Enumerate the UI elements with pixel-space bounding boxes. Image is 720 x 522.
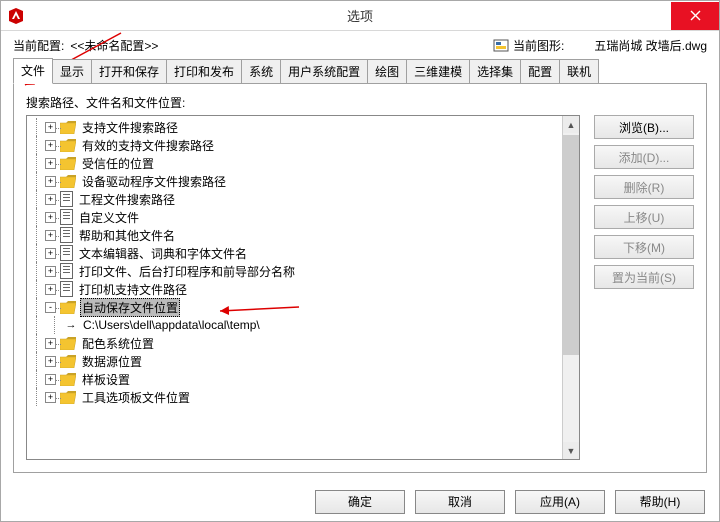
drawing-icon [493, 37, 509, 53]
profile-info-row: 当前配置: <<未命名配置>> 当前图形: 五瑞尚城 改墙后.dwg [1, 31, 719, 59]
expander-icon[interactable]: + [45, 284, 56, 295]
scroll-up-button[interactable]: ▲ [563, 116, 579, 133]
expander-icon[interactable]: + [45, 248, 56, 259]
tree-item[interactable]: +有效的支持文件搜索路径 [27, 136, 579, 154]
dialog-button-row: 确定取消应用(A) 帮助(H) [1, 481, 719, 521]
expander-icon[interactable]: + [45, 392, 56, 403]
document-icon [60, 227, 73, 243]
tab-2[interactable]: 打开和保存 [91, 59, 167, 83]
expander-icon[interactable]: + [45, 356, 56, 367]
tab-0[interactable]: 文件 [13, 58, 53, 84]
files-tab-panel: 搜索路径、文件名和文件位置: +支持文件搜索路径+有效的支持文件搜索路径+受信任… [13, 83, 707, 473]
vertical-scrollbar[interactable]: ▲ ▼ [562, 116, 579, 459]
expander-icon[interactable]: + [45, 230, 56, 241]
tree-item[interactable]: +打印机支持文件路径 [27, 280, 579, 298]
current-profile-label: 当前配置: [13, 37, 64, 54]
side-button[interactable]: 浏览(B)... [594, 115, 694, 139]
expander-icon[interactable]: + [45, 266, 56, 277]
scroll-thumb[interactable] [563, 135, 579, 355]
expander-icon[interactable]: + [45, 176, 56, 187]
side-button-column: 浏览(B)... 添加(D)... 删除(R) 上移(U) 下移(M) 置为当前(S) [594, 115, 694, 460]
expander-icon[interactable]: + [45, 194, 56, 205]
side-button: 添加(D)... [594, 145, 694, 169]
tab-strip: 文件显示打开和保存打印和发布系统用户系统配置绘图三维建模选择集配置联机 [1, 59, 719, 83]
tab-5[interactable]: 用户系统配置 [280, 59, 368, 83]
expander-icon[interactable]: + [45, 338, 56, 349]
tab-8[interactable]: 选择集 [469, 59, 521, 83]
expander-icon[interactable]: - [45, 302, 56, 313]
tab-3[interactable]: 打印和发布 [166, 59, 242, 83]
tree-item[interactable]: +设备驱动程序文件搜索路径 [27, 172, 579, 190]
dialog-button[interactable]: 确定 [315, 490, 405, 514]
tree-item[interactable]: +自定义文件 [27, 208, 579, 226]
document-icon [60, 281, 73, 297]
expander-icon[interactable]: + [45, 374, 56, 385]
tree-caption: 搜索路径、文件名和文件位置: [26, 94, 694, 111]
document-icon [60, 263, 73, 279]
side-button: 删除(R) [594, 175, 694, 199]
tab-7[interactable]: 三维建模 [406, 59, 470, 83]
app-icon [7, 7, 25, 25]
titlebar: 选项 [1, 1, 719, 31]
tree-item[interactable]: +样板设置 [27, 370, 579, 388]
file-paths-tree[interactable]: +支持文件搜索路径+有效的支持文件搜索路径+受信任的位置+设备驱动程序文件搜索路… [26, 115, 580, 460]
tab-1[interactable]: 显示 [52, 59, 92, 83]
tree-item[interactable]: +配色系统位置 [27, 334, 579, 352]
dialog-button[interactable]: 取消 [415, 490, 505, 514]
close-button[interactable] [671, 2, 719, 30]
document-icon [60, 191, 73, 207]
expander-icon[interactable]: + [45, 158, 56, 169]
tree-item[interactable]: +帮助和其他文件名 [27, 226, 579, 244]
tree-item[interactable]: +工程文件搜索路径 [27, 190, 579, 208]
side-button: 上移(U) [594, 205, 694, 229]
dialog-button[interactable]: 应用(A) [515, 490, 605, 514]
current-profile-value: <<未命名配置>> [70, 37, 158, 54]
tab-10[interactable]: 联机 [559, 59, 599, 83]
side-button: 置为当前(S) [594, 265, 694, 289]
side-button: 下移(M) [594, 235, 694, 259]
current-drawing-label: 当前图形: [513, 37, 564, 54]
expander-icon[interactable]: + [45, 122, 56, 133]
options-dialog: 选项 当前配置: <<未命名配置>> 当前图形: 五瑞尚城 改墙后.dwg 文件… [0, 0, 720, 522]
tab-9[interactable]: 配置 [520, 59, 560, 83]
tree-item[interactable]: -自动保存文件位置 [27, 298, 579, 316]
arrow-icon: → [63, 319, 79, 331]
tab-6[interactable]: 绘图 [367, 59, 407, 83]
scroll-down-button[interactable]: ▼ [563, 442, 579, 459]
tab-4[interactable]: 系统 [241, 59, 281, 83]
expander-icon[interactable]: + [45, 212, 56, 223]
document-icon [60, 245, 73, 261]
tree-item[interactable]: +受信任的位置 [27, 154, 579, 172]
tree-item[interactable]: +打印文件、后台打印程序和前导部分名称 [27, 262, 579, 280]
tree-item[interactable]: +文本编辑器、词典和字体文件名 [27, 244, 579, 262]
window-title: 选项 [347, 6, 373, 25]
document-icon [60, 209, 73, 225]
tree-item[interactable]: +支持文件搜索路径 [27, 118, 579, 136]
expander-icon[interactable]: + [45, 140, 56, 151]
tree-child-path[interactable]: →C:\Users\dell\appdata\local\temp\ [27, 316, 579, 334]
current-drawing-value: 五瑞尚城 改墙后.dwg [594, 37, 707, 54]
tree-item[interactable]: +数据源位置 [27, 352, 579, 370]
tree-item[interactable]: +工具选项板文件位置 [27, 388, 579, 406]
dialog-button[interactable]: 帮助(H) [615, 490, 705, 514]
